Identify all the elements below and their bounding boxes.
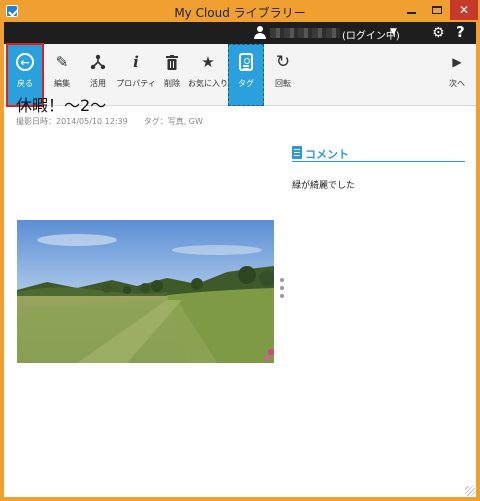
panel-splitter-handle[interactable] xyxy=(280,278,286,302)
rotate-label: 回転 xyxy=(275,79,291,88)
document-icon xyxy=(292,146,302,159)
username-redacted xyxy=(270,28,340,38)
app-content: (ログイン中) ▼ ⚙ ? ← 戻る ✎ 編集 活用 i プロパティ 削除 ★ … xyxy=(4,22,476,497)
edit-label: 編集 xyxy=(54,79,70,88)
tag-label: タグ xyxy=(238,79,254,88)
photo-meta: 撮影日時：2014/05/10 12:39 タグ：写真, GW xyxy=(16,117,203,126)
title-bar: My Cloud ライブラリー ✕ xyxy=(0,0,480,22)
help-icon[interactable]: ? xyxy=(456,23,465,41)
info-icon: i xyxy=(133,53,139,71)
chevron-down-icon[interactable]: ▼ xyxy=(390,27,397,37)
properties-button[interactable]: i プロパティ xyxy=(116,44,156,106)
pencil-icon: ✎ xyxy=(55,53,69,71)
rotate-icon: ↻ xyxy=(275,52,291,72)
delete-label: 削除 xyxy=(164,79,180,88)
photo-title: 休暇！～2～ xyxy=(16,96,107,115)
comment-header: コメント xyxy=(292,146,465,162)
resize-grip[interactable] xyxy=(465,486,475,496)
properties-label: プロパティ xyxy=(116,79,156,88)
delete-button[interactable]: 削除 xyxy=(158,44,186,106)
next-button[interactable]: ▶ 次へ xyxy=(442,44,472,106)
favorite-label: お気に入り xyxy=(188,79,228,88)
favorite-button[interactable]: ★ お気に入り xyxy=(188,44,228,106)
minimize-icon xyxy=(406,12,416,14)
rotate-button[interactable]: ↻ 回転 xyxy=(268,44,298,106)
tag-button[interactable]: タグ xyxy=(228,44,264,106)
comment-text: 緑が綺麗でした xyxy=(292,181,356,191)
share-icon xyxy=(88,52,108,72)
account-bar: (ログイン中) ▼ ⚙ ? xyxy=(4,22,476,44)
next-label: 次へ xyxy=(449,79,465,88)
maximize-icon xyxy=(432,6,442,14)
app-window: My Cloud ライブラリー ✕ (ログイン中) ▼ ⚙ ? ← 戻る ✎ 編… xyxy=(0,0,480,501)
play-next-icon: ▶ xyxy=(452,55,462,69)
star-icon: ★ xyxy=(201,53,215,71)
trash-icon xyxy=(162,52,182,72)
share-label: 活用 xyxy=(90,79,106,88)
back-label: 戻る xyxy=(17,79,33,88)
maximize-button[interactable] xyxy=(424,0,450,20)
user-icon xyxy=(254,26,266,40)
back-arrow-icon: ← xyxy=(16,53,34,71)
close-button[interactable]: ✕ xyxy=(450,0,478,20)
minimize-button[interactable] xyxy=(398,0,424,20)
comment-heading: コメント xyxy=(305,148,349,161)
tag-icon xyxy=(239,53,253,71)
photo-image[interactable] xyxy=(17,220,274,363)
gear-icon[interactable]: ⚙ xyxy=(432,25,445,41)
